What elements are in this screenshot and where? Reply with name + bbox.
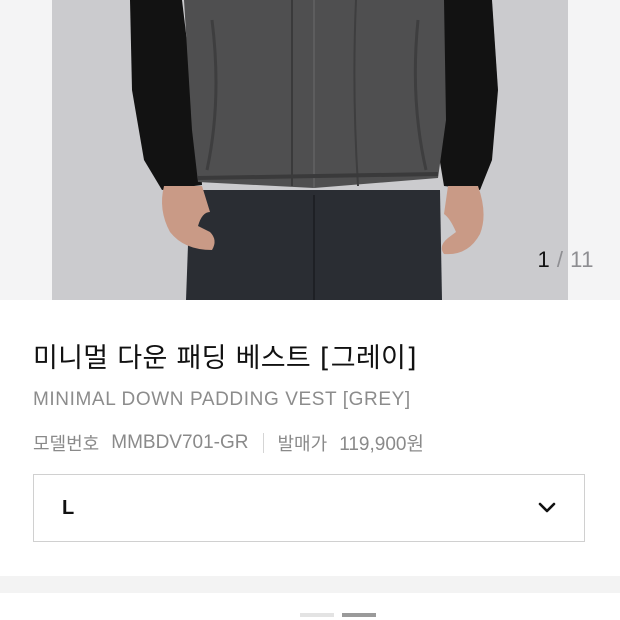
total-image-count: 11 <box>570 247 594 272</box>
release-price-value: 119,900원 <box>339 434 424 455</box>
product-photo[interactable] <box>52 0 568 300</box>
size-select-value: L <box>62 496 75 519</box>
model-number-label: 모델번호 <box>33 433 100 455</box>
size-select[interactable]: L <box>33 474 585 542</box>
bottom-section <box>0 593 620 620</box>
counter-separator: / <box>556 247 564 272</box>
product-english-name: MINIMAL DOWN PADDING VEST [GREY] <box>33 389 411 410</box>
indicator-dot-active <box>342 613 376 617</box>
model-number-value: MMBDV701-GR <box>111 431 249 453</box>
current-image-index: 1 <box>537 247 551 272</box>
image-page-counter: 1 / 11 <box>538 247 594 273</box>
chevron-down-icon <box>538 502 556 514</box>
product-title: 미니멀 다운 패딩 베스트 [그레이] <box>33 343 418 374</box>
meta-divider <box>262 432 264 453</box>
product-photo-illustration <box>52 0 568 300</box>
release-price-label: 발매가 <box>277 433 328 455</box>
indicator-dot <box>300 613 334 617</box>
product-meta: 모델번호 MMBDV701-GR 발매가 119,900원 <box>33 429 587 456</box>
product-image-gallery[interactable]: 1 / 11 <box>0 0 620 300</box>
tab-indicator <box>300 613 376 617</box>
section-divider-band <box>0 576 620 593</box>
product-info: 미니멀 다운 패딩 베스트 [그레이] MINIMAL DOWN PADDING… <box>33 300 587 542</box>
